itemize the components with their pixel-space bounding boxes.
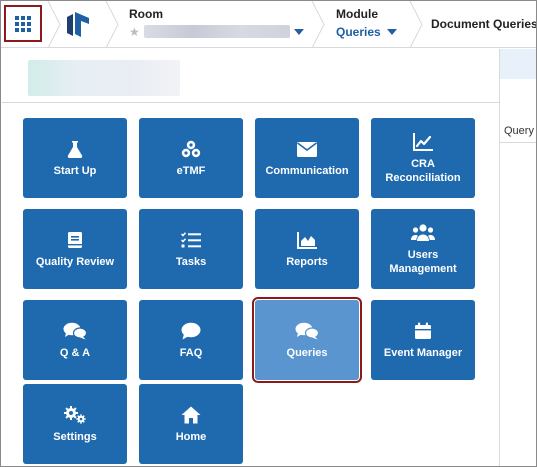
room-label: Room — [129, 7, 163, 21]
app-window: Room ★ Module Queries Document Queries Q… — [0, 0, 537, 467]
room-selector[interactable]: Room ★ — [129, 7, 304, 38]
grid-icon — [15, 15, 31, 32]
tasks-icon — [181, 229, 201, 251]
users-icon — [411, 222, 435, 244]
logo-icon — [67, 12, 89, 37]
tile-etmf[interactable]: eTMF — [139, 118, 243, 198]
tile-label: Queries — [286, 347, 328, 359]
tile-label: eTMF — [176, 165, 206, 177]
divider — [500, 142, 536, 143]
tile-home[interactable]: Home — [139, 384, 243, 464]
cubes-icon — [181, 138, 201, 160]
module-selector[interactable]: Module Queries — [336, 7, 397, 39]
book-icon — [67, 229, 83, 251]
tile-settings[interactable]: Settings — [23, 384, 127, 464]
breadcrumb-separator — [311, 1, 325, 48]
apps-dropdown-panel: Start Up eTMF Communication CRA Reconcil… — [2, 49, 500, 466]
top-bar: Room ★ Module Queries Document Queries — [1, 1, 536, 48]
tile-communication[interactable]: Communication — [255, 118, 359, 198]
chat-bubble-icon — [181, 320, 201, 342]
page-title: Document Queries — [431, 17, 537, 31]
tile-label: FAQ — [179, 347, 203, 359]
module-label: Module — [336, 7, 378, 21]
breadcrumb-separator — [105, 1, 119, 48]
breadcrumb-separator — [47, 1, 61, 48]
tile-label: CRA Reconciliation — [385, 158, 461, 184]
tile-label: Tasks — [175, 256, 207, 268]
table-column-header: Query — [504, 125, 534, 137]
user-name-redacted — [28, 60, 180, 96]
tile-faq[interactable]: FAQ — [139, 300, 243, 380]
tile-label: Quality Review — [35, 256, 115, 268]
tile-label: Users Management — [389, 249, 457, 275]
background-header-strip — [500, 49, 536, 79]
chat-bubbles-icon — [295, 320, 319, 342]
tile-label: Q & A — [59, 347, 91, 359]
envelope-icon — [297, 138, 317, 160]
tile-event-manager[interactable]: Event Manager — [371, 300, 475, 380]
tile-label: Communication — [265, 165, 349, 177]
breadcrumb-separator — [409, 1, 423, 48]
room-name-redacted — [143, 25, 290, 38]
caret-down-icon[interactable] — [386, 29, 397, 35]
calendar-icon — [414, 320, 432, 342]
tile-label: Settings — [53, 431, 97, 443]
caret-down-icon[interactable] — [293, 28, 304, 35]
apps-menu-button[interactable] — [4, 5, 42, 42]
tile-tasks[interactable]: Tasks — [139, 209, 243, 289]
tile-quality-review[interactable]: Quality Review — [23, 209, 127, 289]
line-chart-icon — [413, 131, 433, 153]
cogs-icon — [63, 404, 87, 426]
tile-label: Home — [175, 431, 207, 443]
divider — [2, 102, 499, 103]
area-chart-icon — [297, 229, 317, 251]
module-value[interactable]: Queries — [336, 25, 381, 39]
flask-icon — [67, 138, 83, 160]
star-icon[interactable]: ★ — [129, 26, 140, 38]
tile-label: Start Up — [53, 165, 97, 177]
chat-bubbles-icon — [63, 320, 87, 342]
tile-label: Reports — [286, 256, 328, 268]
tile-users-management[interactable]: Users Management — [371, 209, 475, 289]
tile-reports[interactable]: Reports — [255, 209, 359, 289]
home-icon — [181, 404, 201, 426]
tile-label: Event Manager — [383, 347, 463, 359]
tile-queries[interactable]: Queries — [252, 297, 362, 383]
tile-q-and-a[interactable]: Q & A — [23, 300, 127, 380]
tile-cra-reconciliation[interactable]: CRA Reconciliation — [371, 118, 475, 198]
tile-start-up[interactable]: Start Up — [23, 118, 127, 198]
